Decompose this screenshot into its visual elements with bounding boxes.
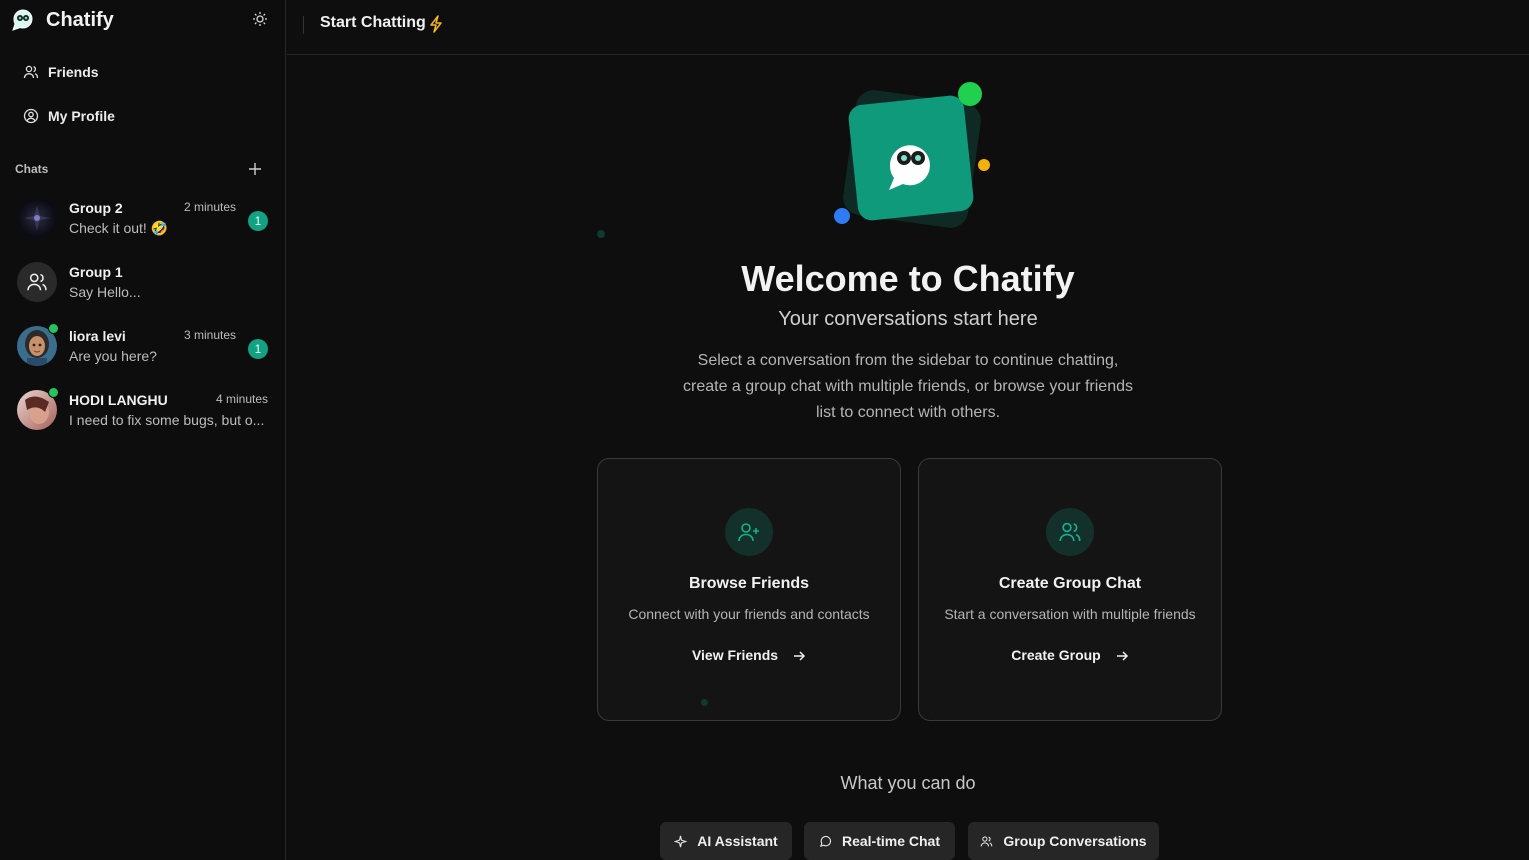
unread-badge: 1	[248, 211, 268, 231]
view-friends-link[interactable]: View Friends	[598, 647, 900, 663]
create-group-link[interactable]: Create Group	[919, 647, 1221, 663]
link-label: Create Group	[1011, 647, 1101, 663]
sparkles-icon	[674, 835, 688, 847]
chat-time: 4 minutes	[216, 392, 269, 406]
chat-last-message: Check it out! 🤣	[69, 220, 169, 236]
chat-item-group-1[interactable]: Group 1 Say Hello...	[10, 254, 276, 310]
main-content: Welcome to Chatify Your conversations st…	[287, 56, 1529, 860]
chat-name: Group 1	[69, 264, 123, 280]
feature-label: AI Assistant	[697, 833, 778, 849]
chat-name: liora levi	[69, 328, 126, 344]
brand-name: Chatify	[46, 8, 114, 31]
message-circle-icon	[819, 835, 831, 847]
sidebar-item-label: My Profile	[48, 108, 115, 124]
unread-badge: 1	[248, 339, 268, 359]
chat-last-message: Are you here?	[69, 348, 157, 364]
card-title: Create Group Chat	[998, 575, 1142, 592]
sidebar: Chatify Friends My Profile Chats Group 2…	[0, 0, 286, 860]
sun-icon	[253, 12, 267, 26]
decorative-dot	[701, 699, 708, 706]
chat-item-group-2[interactable]: Group 2 2 minutes Check it out! 🤣 1	[10, 190, 276, 246]
card-description: Connect with your friends and contacts	[628, 606, 870, 622]
plus-icon	[249, 163, 261, 175]
welcome-description: Select a conversation from the sidebar t…	[683, 352, 1133, 421]
chat-time: 3 minutes	[184, 328, 237, 342]
chat-time: 2 minutes	[184, 200, 237, 214]
chat-item-hodi-langhu[interactable]: HODI LANGHU 4 minutes I need to fix some…	[10, 382, 276, 438]
divider	[303, 16, 304, 34]
users-icon	[981, 835, 993, 846]
theme-toggle-button[interactable]	[250, 9, 270, 29]
hero-illustration	[823, 80, 1003, 260]
page-title: Start Chatting	[320, 14, 426, 31]
users-icon	[22, 63, 40, 81]
decorative-dot	[597, 230, 605, 238]
users-icon	[27, 273, 47, 291]
user-circle-icon	[22, 107, 40, 125]
feature-ai-assistant[interactable]: AI Assistant	[660, 822, 792, 860]
chats-label: Chats	[15, 162, 49, 176]
top-bar: Start Chatting	[287, 0, 1529, 55]
users-icon	[1046, 508, 1094, 556]
link-label: View Friends	[691, 647, 779, 663]
chat-name: HODI LANGHU	[69, 392, 168, 408]
sidebar-item-my-profile[interactable]: My Profile	[14, 99, 272, 133]
group-avatar	[17, 262, 57, 302]
card-title: Browse Friends	[688, 575, 810, 592]
arrow-right-icon	[1116, 651, 1128, 661]
lightning-icon	[430, 15, 442, 33]
features-heading: What you can do	[840, 773, 976, 793]
card-description: Start a conversation with multiple frien…	[944, 606, 1196, 622]
create-group-card[interactable]: Create Group Chat Start a conversation w…	[918, 458, 1222, 721]
chat-name: Group 2	[69, 200, 123, 216]
avatar	[17, 198, 57, 238]
feature-label: Real-time Chat	[841, 833, 941, 849]
online-indicator	[48, 387, 59, 398]
new-chat-button[interactable]	[246, 160, 264, 178]
chatify-logo-icon	[10, 7, 36, 33]
feature-label: Group Conversations	[1003, 833, 1147, 849]
browse-friends-card[interactable]: Browse Friends Connect with your friends…	[597, 458, 901, 721]
welcome-subtitle: Your conversations start here	[778, 308, 1038, 330]
brand[interactable]: Chatify	[10, 6, 114, 34]
feature-group-conversations[interactable]: Group Conversations	[968, 822, 1159, 860]
chat-last-message: Say Hello...	[69, 284, 141, 300]
chat-item-liora-levi[interactable]: liora levi 3 minutes Are you here? 1	[10, 318, 276, 374]
chats-section-header: Chats	[15, 160, 265, 178]
sidebar-item-friends[interactable]: Friends	[14, 55, 272, 89]
online-indicator	[48, 323, 59, 334]
arrow-right-icon	[794, 651, 806, 661]
chat-last-message: I need to fix some bugs, but o...	[69, 412, 265, 428]
sidebar-item-label: Friends	[48, 64, 99, 80]
feature-real-time-chat[interactable]: Real-time Chat	[804, 822, 955, 860]
welcome-heading: Welcome to Chatify	[741, 258, 1075, 299]
user-plus-icon	[725, 508, 773, 556]
